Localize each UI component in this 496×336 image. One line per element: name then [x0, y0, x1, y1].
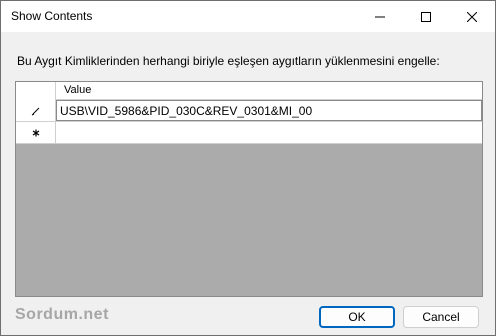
prompt-label: Bu Aygıt Kimliklerinden herhangi biriyle…: [17, 54, 440, 68]
table-row[interactable]: USB\VID_5986&PID_030C&REV_0301&MI_00: [16, 100, 482, 122]
maximize-icon: [421, 11, 431, 22]
close-button[interactable]: [449, 1, 495, 32]
value-cell-new[interactable]: [56, 122, 482, 143]
asterisk-icon: [32, 129, 39, 136]
maximize-button[interactable]: [403, 1, 449, 32]
minimize-icon: [375, 16, 385, 17]
window-title: Show Contents: [11, 9, 93, 23]
pencil-icon: [31, 107, 39, 115]
grid-corner-cell[interactable]: [16, 82, 56, 100]
values-grid[interactable]: Value USB\VID_5986&PID_030C&REV_0301&MI_…: [15, 81, 483, 297]
row-header[interactable]: [16, 100, 56, 121]
table-row[interactable]: [16, 122, 482, 144]
grid-header-row: Value: [16, 82, 482, 100]
column-header-value[interactable]: Value: [56, 82, 482, 100]
dialog-window: Show Contents Bu Aygıt Kimliklerinden he…: [0, 0, 496, 336]
minimize-button[interactable]: [357, 1, 403, 32]
cancel-button[interactable]: Cancel: [403, 306, 479, 328]
title-bar[interactable]: Show Contents: [1, 1, 495, 32]
row-header[interactable]: [16, 122, 56, 143]
watermark-logo: Sordum.net: [15, 306, 109, 323]
value-cell[interactable]: USB\VID_5986&PID_030C&REV_0301&MI_00: [56, 100, 482, 121]
close-icon: [467, 11, 477, 22]
ok-button[interactable]: OK: [319, 306, 395, 328]
